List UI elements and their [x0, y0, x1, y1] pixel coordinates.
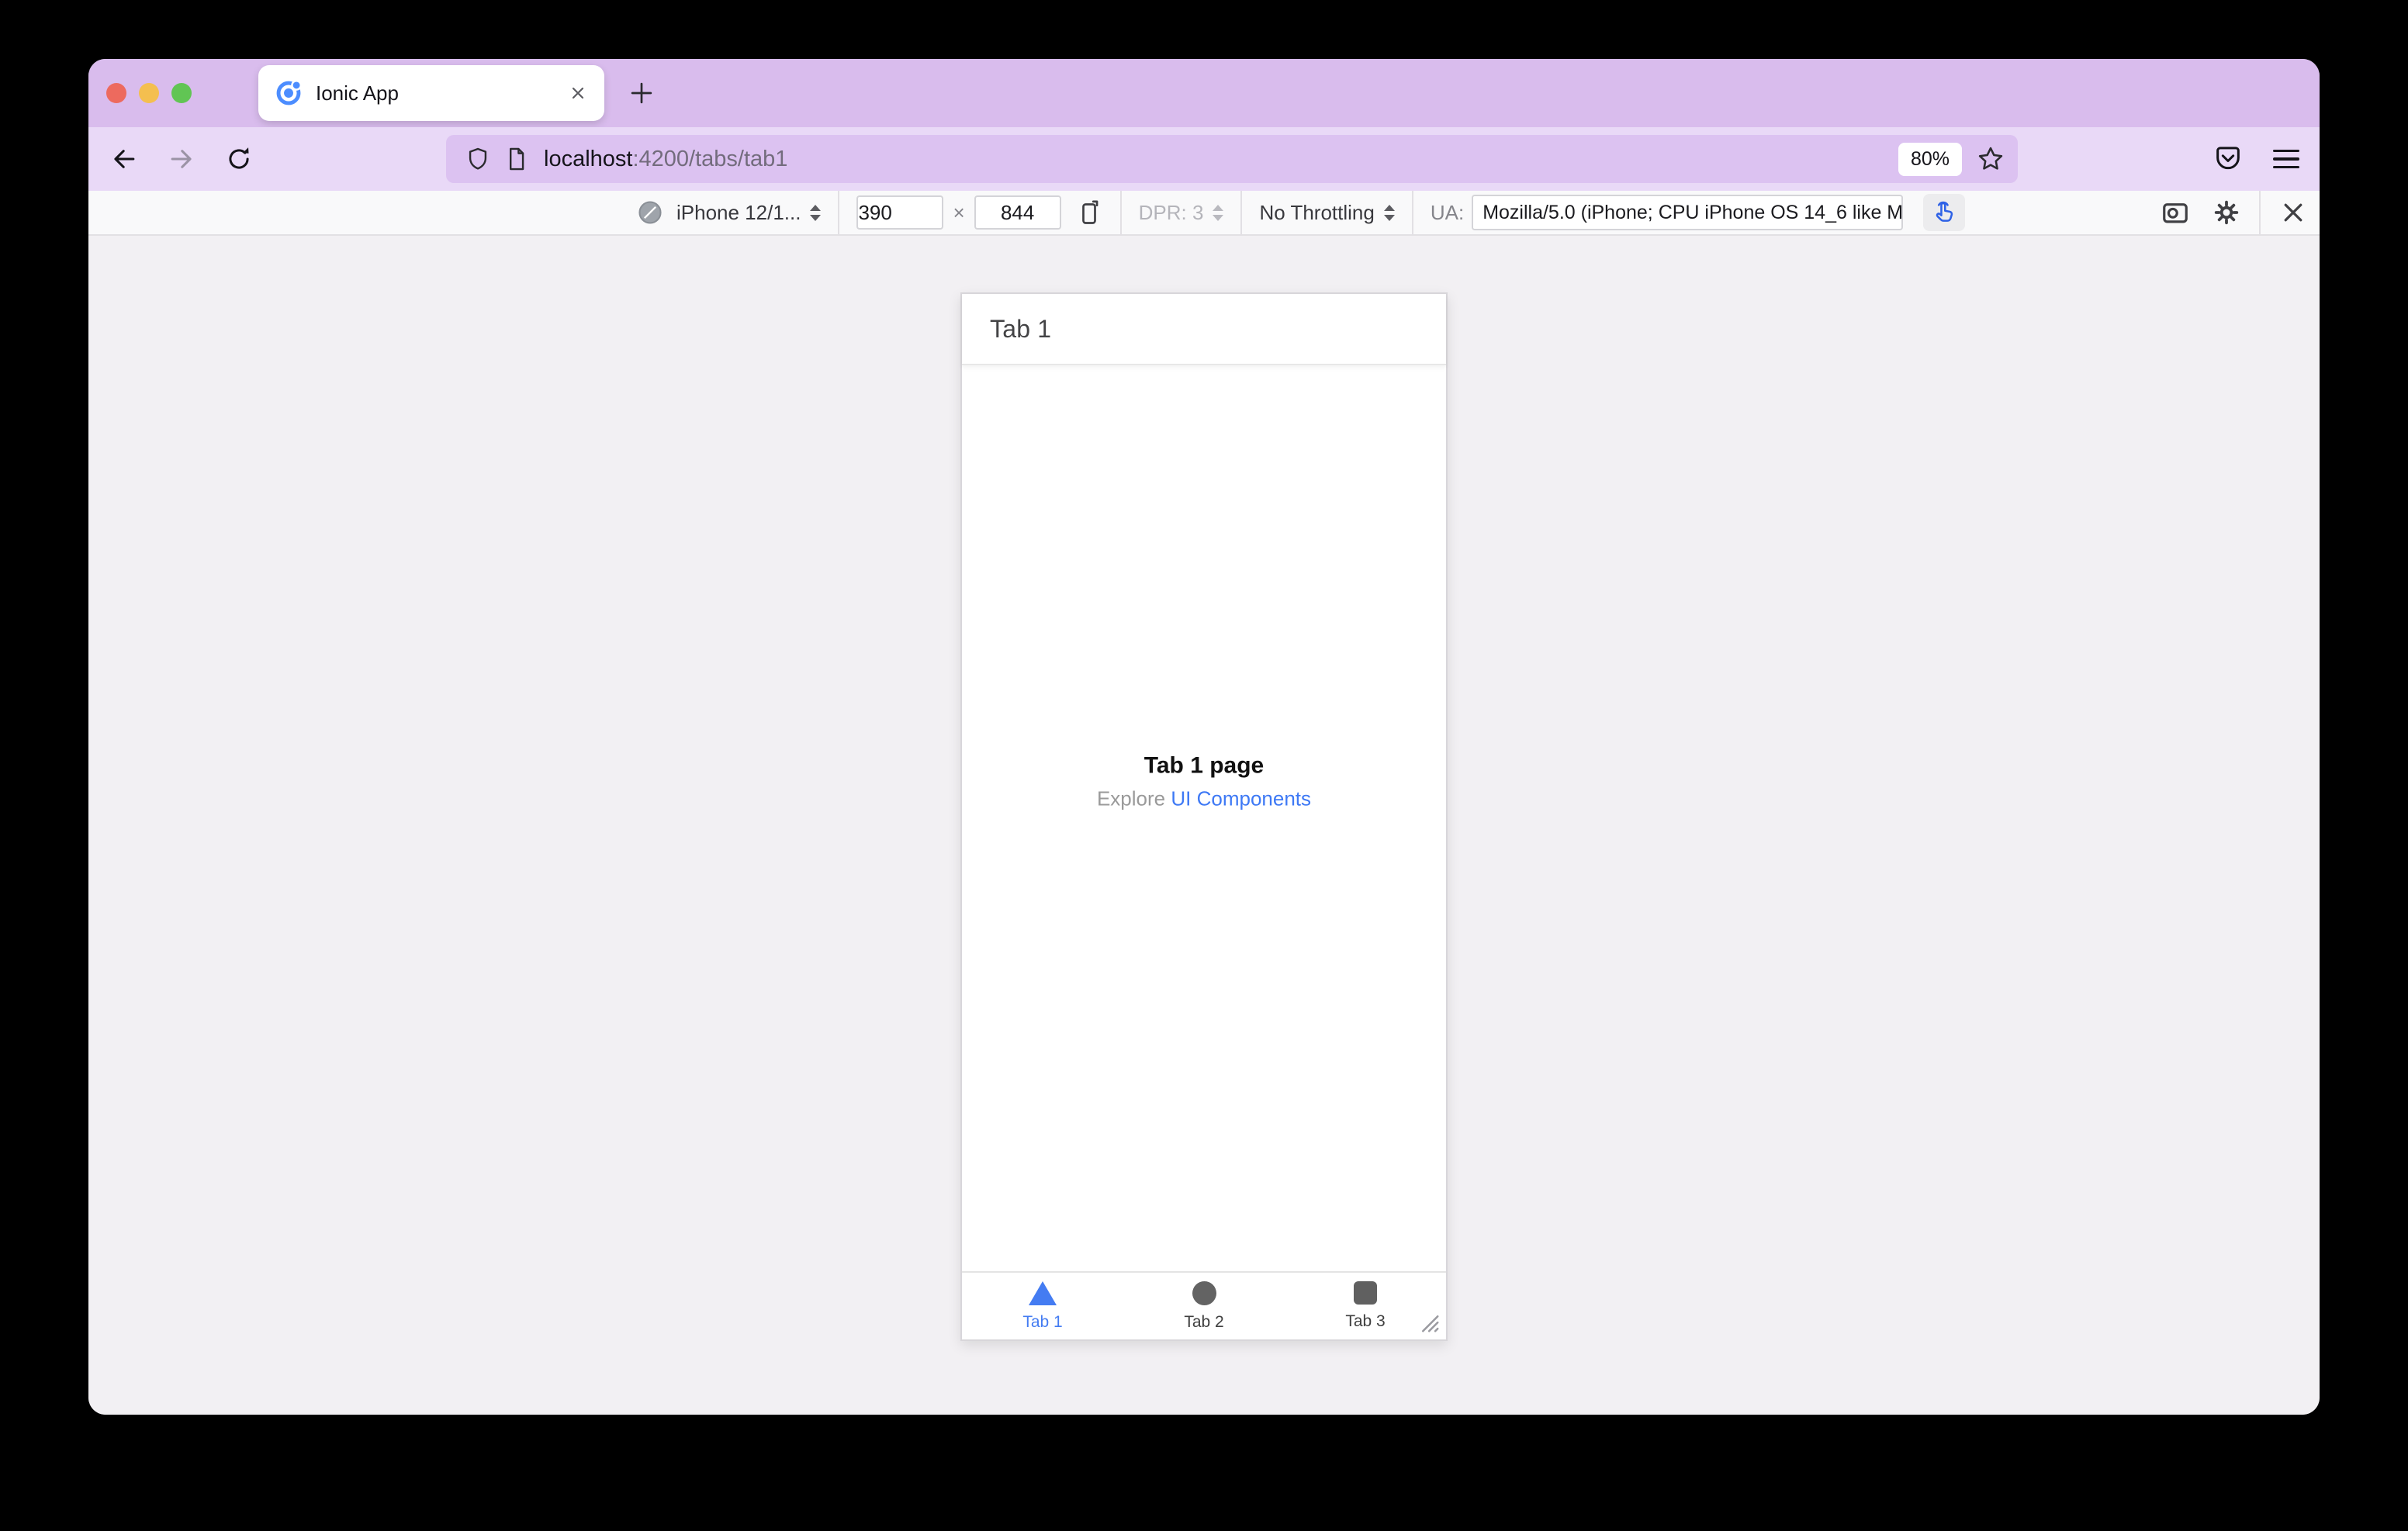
screenshot-button[interactable] — [2160, 197, 2191, 228]
app-header-title: Tab 1 — [990, 314, 1052, 343]
device-selector[interactable]: iPhone 12/1... — [676, 200, 822, 225]
rotate-viewport-button[interactable] — [1075, 199, 1103, 226]
page-info-icon[interactable] — [503, 146, 530, 172]
device-status-icon — [638, 201, 662, 224]
chevron-updown-icon — [1213, 204, 1224, 221]
toolbar-separator — [838, 191, 840, 234]
circle-icon — [1192, 1280, 1216, 1305]
reload-icon — [229, 147, 249, 169]
dpr-label: DPR: 3 — [1138, 200, 1204, 224]
app-tab-bar: Tab 1 Tab 2 Tab 3 — [962, 1271, 1446, 1339]
viewport-resize-handle[interactable] — [1412, 1305, 1441, 1335]
ui-components-link[interactable]: UI Components — [1171, 787, 1311, 810]
menu-hamburger-icon[interactable] — [2273, 149, 2299, 169]
tab-label: Tab 3 — [1345, 1312, 1386, 1330]
back-button[interactable] — [109, 143, 140, 175]
tab-title: Ionic App — [316, 81, 399, 105]
url-text[interactable]: localhost:4200/tabs/tab1 — [544, 147, 1898, 172]
browser-content-area: Tab 1 Tab 1 page Explore UI Components T… — [88, 236, 2320, 1415]
app-header: Tab 1 — [962, 294, 1446, 365]
page-center-block: Tab 1 page Explore UI Components — [962, 753, 1446, 811]
pocket-icon[interactable] — [2213, 143, 2244, 175]
explore-text: Explore — [1096, 786, 1166, 810]
back-arrow-icon — [114, 150, 135, 168]
page-title: Tab 1 page — [1143, 752, 1265, 779]
responsive-design-toolbar: iPhone 12/1... 390 × 844 DPR: 3 No Throt… — [88, 191, 2320, 236]
window-controls — [106, 83, 192, 103]
gear-icon — [2214, 200, 2239, 225]
rdm-right-group — [2160, 191, 2309, 234]
viewport-width-input[interactable]: 390 — [856, 195, 944, 230]
app-body: Tab 1 page Explore UI Components — [962, 365, 1446, 1271]
url-host: localhost — [544, 146, 633, 171]
triangle-icon — [1029, 1280, 1057, 1305]
browser-window: Ionic App localhost:4200/tabs/tab1 80% i… — [88, 59, 2320, 1415]
tab-label: Tab 2 — [1184, 1312, 1224, 1331]
dpr-selector: DPR: 3 — [1139, 201, 1224, 225]
rdm-settings-button[interactable] — [2211, 197, 2242, 228]
explore-line: Explore UI Components — [962, 787, 1446, 811]
titlebar: Ionic App — [88, 59, 2320, 127]
device-viewport: Tab 1 Tab 1 page Explore UI Components T… — [960, 292, 1448, 1341]
toolbar-separator — [1411, 191, 1413, 234]
ionic-favicon-icon — [276, 80, 302, 105]
touch-pointer-icon — [1936, 201, 1953, 222]
user-agent-group: UA: Mozilla/5.0 (iPhone; CPU iPhone OS 1… — [1430, 195, 1904, 230]
touch-simulation-button[interactable] — [1923, 194, 1966, 231]
dimension-separator: × — [953, 200, 965, 224]
user-agent-input[interactable]: Mozilla/5.0 (iPhone; CPU iPhone OS 14_6 … — [1472, 195, 1904, 230]
new-tab-button[interactable] — [624, 76, 659, 110]
camera-icon — [2163, 203, 2188, 223]
toolbar-separator — [2259, 191, 2261, 234]
ua-label: UA: — [1430, 200, 1465, 224]
reload-button[interactable] — [223, 143, 254, 175]
toolbar-separator — [1240, 191, 1243, 234]
square-icon — [1354, 1281, 1377, 1305]
shield-icon[interactable] — [465, 146, 491, 172]
browser-tab-ionic-app[interactable]: Ionic App — [258, 65, 604, 121]
navigation-toolbar: localhost:4200/tabs/tab1 80% — [88, 127, 2320, 191]
tab-item-tab2[interactable]: Tab 2 — [1123, 1273, 1285, 1339]
toolbar-separator — [1119, 191, 1122, 234]
chevron-updown-icon — [810, 204, 822, 221]
bookmark-star-icon[interactable] — [1976, 144, 2005, 174]
viewport-height-input[interactable]: 844 — [974, 195, 1061, 230]
close-window-button[interactable] — [106, 83, 126, 103]
zoom-level-badge[interactable]: 80% — [1898, 142, 1962, 176]
url-bar[interactable]: localhost:4200/tabs/tab1 80% — [446, 135, 2018, 183]
rotate-phone-icon — [1081, 200, 1098, 224]
close-tab-icon[interactable] — [569, 84, 587, 102]
throttling-selector[interactable]: No Throttling — [1259, 200, 1395, 225]
close-rdm-button[interactable] — [2278, 197, 2309, 228]
tab-label: Tab 1 — [1022, 1312, 1063, 1331]
plus-icon — [631, 82, 652, 104]
navbar-right-group — [2213, 143, 2299, 175]
close-icon — [2284, 203, 2302, 222]
url-path: :4200/tabs/tab1 — [632, 146, 788, 171]
forward-arrow-icon — [171, 150, 192, 168]
device-selector-label: iPhone 12/1... — [676, 200, 801, 224]
chevron-updown-icon — [1383, 204, 1395, 221]
tab-item-tab1[interactable]: Tab 1 — [962, 1273, 1123, 1339]
forward-button[interactable] — [166, 143, 197, 175]
throttling-label: No Throttling — [1259, 200, 1375, 224]
fullscreen-window-button[interactable] — [171, 83, 192, 103]
minimize-window-button[interactable] — [139, 83, 159, 103]
